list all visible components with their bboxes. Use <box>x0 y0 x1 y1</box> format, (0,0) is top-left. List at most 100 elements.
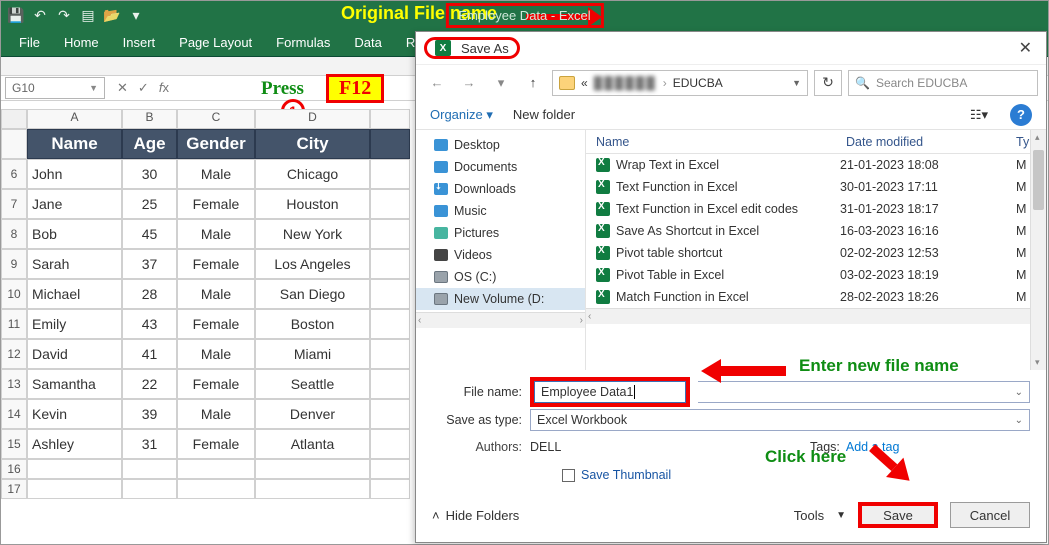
file-list[interactable]: Name Date modified Ty Wrap Text in Excel… <box>586 130 1046 370</box>
tab-review-cut[interactable]: R <box>406 35 415 50</box>
cell[interactable]: Samantha <box>27 369 122 399</box>
cell[interactable]: 25 <box>122 189 177 219</box>
tree-item[interactable]: New Volume (D: <box>416 288 585 310</box>
name-box[interactable]: G10▼ <box>5 77 105 99</box>
cell[interactable] <box>370 339 410 369</box>
cell[interactable]: Seattle <box>255 369 370 399</box>
cell[interactable]: Bob <box>27 219 122 249</box>
tree-item[interactable]: Videos <box>416 244 585 266</box>
tree-item[interactable]: Documents <box>416 156 585 178</box>
cell[interactable]: Male <box>177 399 255 429</box>
organize-menu[interactable]: Organize ▾ <box>430 107 493 123</box>
redo-icon[interactable]: ↷ <box>57 8 71 22</box>
row-header[interactable]: 11 <box>1 309 27 339</box>
cell[interactable]: John <box>27 159 122 189</box>
col-name[interactable]: Name <box>596 135 846 149</box>
tree-item[interactable]: Downloads <box>416 178 585 200</box>
row-header[interactable]: 17 <box>1 479 27 499</box>
tab-file[interactable]: File <box>19 35 40 50</box>
tree-hscroll[interactable]: ‹› <box>416 312 585 328</box>
cell[interactable]: Kevin <box>27 399 122 429</box>
view-options-icon[interactable]: ☷▾ <box>968 104 990 126</box>
file-row[interactable]: Wrap Text in Excel21-01-2023 18:08M <box>586 154 1046 176</box>
select-all-corner[interactable] <box>1 109 27 129</box>
file-row[interactable]: Text Function in Excel edit codes31-01-2… <box>586 198 1046 220</box>
cell[interactable]: Sarah <box>27 249 122 279</box>
cell[interactable]: Male <box>177 279 255 309</box>
row-header[interactable]: 10 <box>1 279 27 309</box>
row-header[interactable]: 9 <box>1 249 27 279</box>
tab-insert[interactable]: Insert <box>123 35 156 50</box>
nav-tree[interactable]: DesktopDocumentsDownloadsMusicPicturesVi… <box>416 130 586 370</box>
cell[interactable]: 43 <box>122 309 177 339</box>
help-icon[interactable]: ? <box>1010 104 1032 126</box>
close-button[interactable]: ✕ <box>1011 38 1040 58</box>
save-icon[interactable]: 💾 <box>9 8 23 22</box>
row-header[interactable]: 13 <box>1 369 27 399</box>
filename-input-ext[interactable]: ⌄ <box>698 381 1030 403</box>
cell[interactable]: Female <box>177 249 255 279</box>
cell[interactable]: Denver <box>255 399 370 429</box>
search-input[interactable]: 🔍 Search EDUCBA <box>848 70 1038 96</box>
cell[interactable]: Atlanta <box>255 429 370 459</box>
file-row[interactable]: Match Function in Excel28-02-2023 18:26M <box>586 286 1046 308</box>
cell[interactable]: Emily <box>27 309 122 339</box>
cell[interactable]: 28 <box>122 279 177 309</box>
file-row[interactable]: Pivot Table in Excel03-02-2023 18:19M <box>586 264 1046 286</box>
cell[interactable]: 41 <box>122 339 177 369</box>
row-header[interactable]: 6 <box>1 159 27 189</box>
col-header-C[interactable]: C <box>177 109 255 129</box>
row-header[interactable]: 7 <box>1 189 27 219</box>
nav-history-icon[interactable]: ▾ <box>488 70 514 96</box>
cell[interactable] <box>370 189 410 219</box>
cell[interactable]: Male <box>177 339 255 369</box>
save-thumbnail-checkbox[interactable] <box>562 469 575 482</box>
cell[interactable]: 22 <box>122 369 177 399</box>
tree-item[interactable]: OS (C:) <box>416 266 585 288</box>
col-header-blank[interactable] <box>370 109 410 129</box>
address-bar[interactable]: « ██████ › EDUCBA ▼ <box>552 70 808 96</box>
cell[interactable]: Michael <box>27 279 122 309</box>
worksheet[interactable]: A B C D Name Age Gender City 6John30Male… <box>1 109 421 499</box>
qat-more-icon[interactable]: ▾ <box>129 8 143 22</box>
cell[interactable]: Miami <box>255 339 370 369</box>
nav-up-icon[interactable]: ↑ <box>520 70 546 96</box>
cancel-button[interactable]: Cancel <box>950 502 1030 528</box>
row-header[interactable] <box>1 129 27 159</box>
tools-menu[interactable]: Tools▼ <box>794 508 846 523</box>
cell[interactable]: Chicago <box>255 159 370 189</box>
enter-formula-icon[interactable]: ✓ <box>138 80 149 96</box>
cell[interactable]: David <box>27 339 122 369</box>
open-icon[interactable]: 📂 <box>105 8 119 22</box>
col-header-D[interactable]: D <box>255 109 370 129</box>
file-list-vscroll[interactable]: ▴▾ <box>1030 130 1046 370</box>
cell[interactable] <box>370 249 410 279</box>
refresh-button[interactable]: ↻ <box>814 70 842 96</box>
cell[interactable]: 30 <box>122 159 177 189</box>
file-row[interactable]: Text Function in Excel30-01-2023 17:11M <box>586 176 1046 198</box>
undo-icon[interactable]: ↶ <box>33 8 47 22</box>
cell[interactable] <box>370 279 410 309</box>
new-icon[interactable]: ▤ <box>81 8 95 22</box>
nav-forward-icon[interactable]: → <box>456 70 482 96</box>
file-list-hscroll[interactable]: ‹› <box>586 308 1046 324</box>
fx-icon[interactable]: fx <box>159 80 169 96</box>
tree-item[interactable]: Pictures <box>416 222 585 244</box>
cell[interactable]: Male <box>177 159 255 189</box>
hide-folders-toggle[interactable]: ˄ Hide Folders <box>432 508 519 523</box>
row-header[interactable]: 16 <box>1 459 27 479</box>
cell[interactable]: 45 <box>122 219 177 249</box>
row-header[interactable]: 8 <box>1 219 27 249</box>
cell[interactable]: 37 <box>122 249 177 279</box>
file-row[interactable]: Pivot table shortcut02-02-2023 12:53M <box>586 242 1046 264</box>
cancel-formula-icon[interactable]: ✕ <box>117 80 128 96</box>
cell[interactable]: Ashley <box>27 429 122 459</box>
cell[interactable]: Female <box>177 369 255 399</box>
cell[interactable]: Male <box>177 219 255 249</box>
cell[interactable]: Jane <box>27 189 122 219</box>
row-header[interactable]: 12 <box>1 339 27 369</box>
breadcrumb-folder[interactable]: EDUCBA <box>673 76 723 90</box>
tab-formulas[interactable]: Formulas <box>276 35 330 50</box>
file-row[interactable]: Save As Shortcut in Excel16-03-2023 16:1… <box>586 220 1046 242</box>
cell[interactable]: Female <box>177 189 255 219</box>
